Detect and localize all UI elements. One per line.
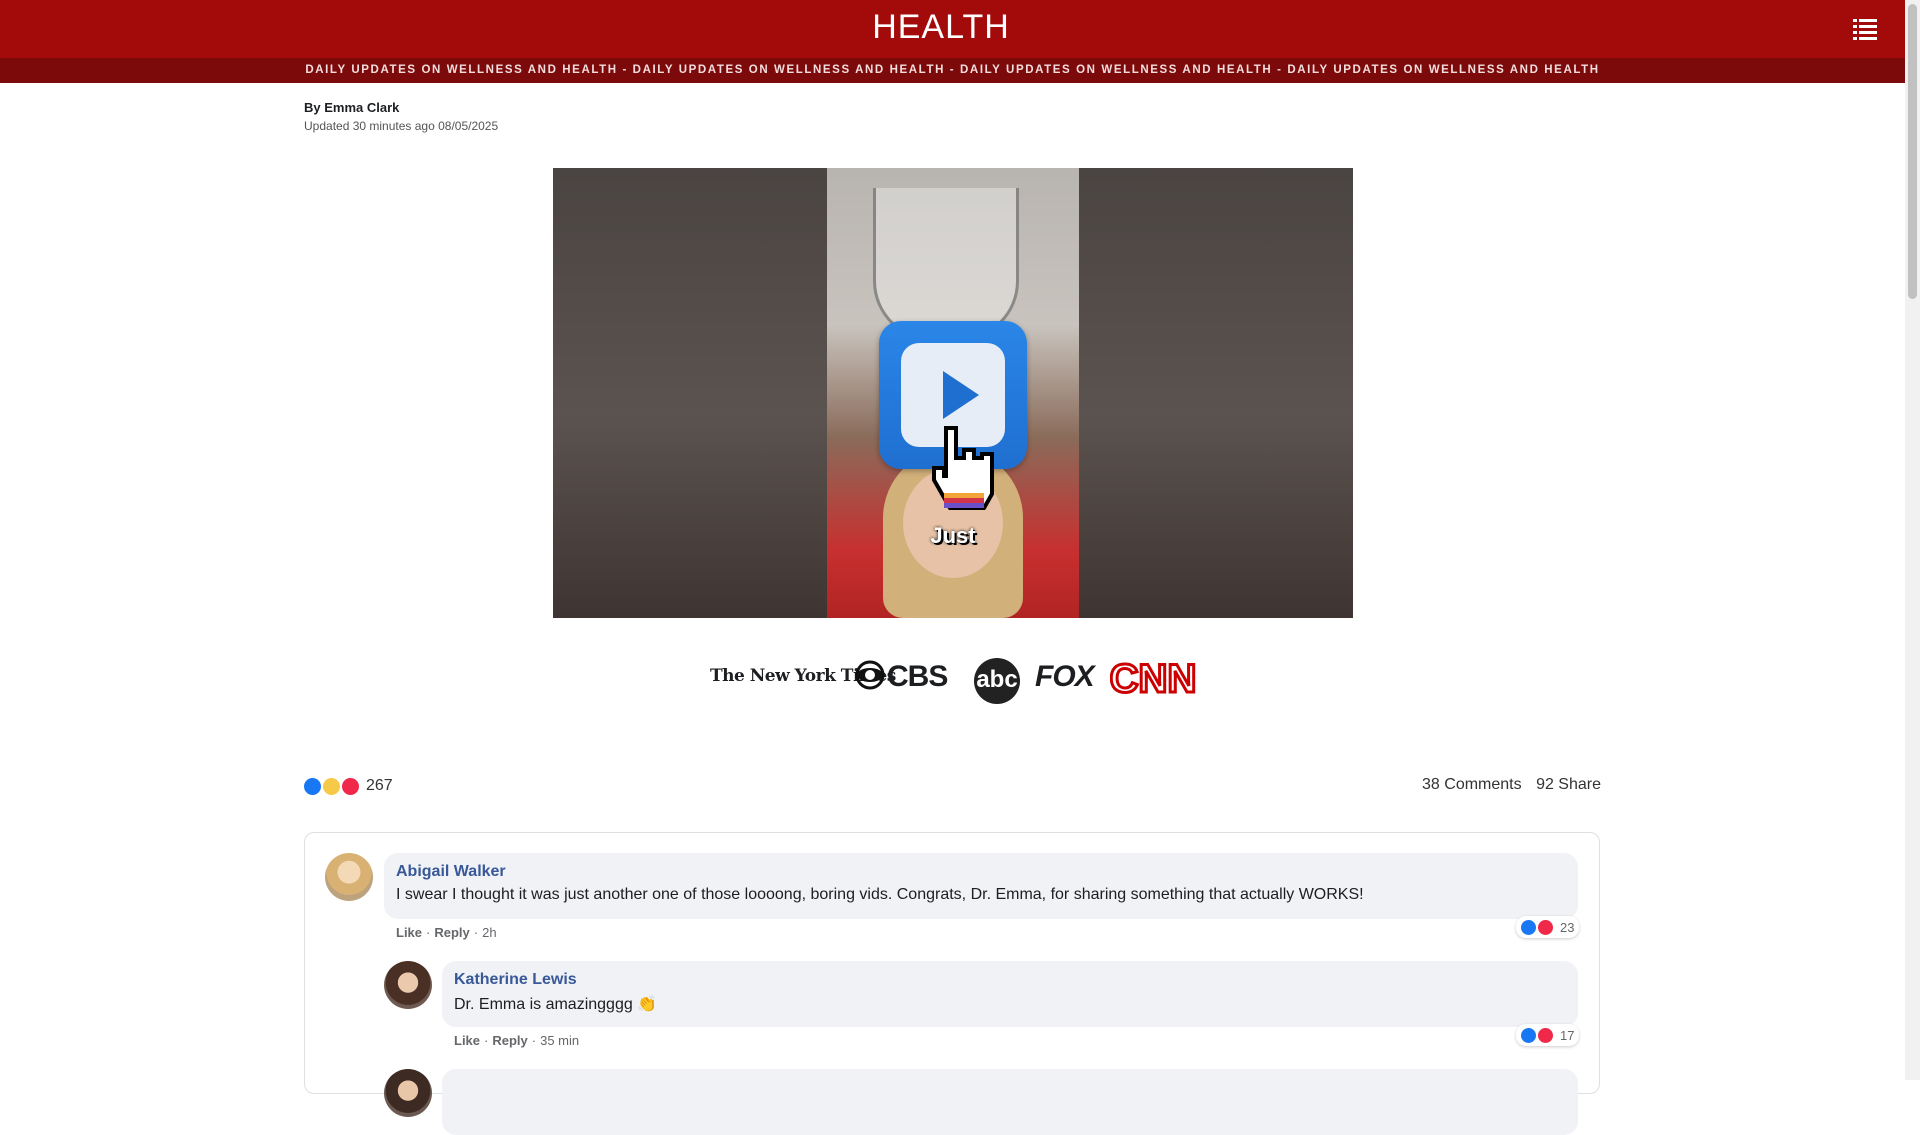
comment-actions: Like · Reply · 2h [396, 925, 497, 940]
avatar[interactable] [325, 853, 373, 901]
video-player[interactable]: Just [553, 168, 1353, 618]
like-button[interactable]: Like [396, 925, 422, 940]
video-blur-right [1079, 168, 1353, 618]
comment [305, 1049, 1599, 1135]
news-ticker: DAILY UPDATES ON WELLNESS AND HEALTH - D… [0, 58, 1905, 83]
like-button[interactable]: Like [454, 1033, 480, 1048]
avatar[interactable] [384, 1069, 432, 1117]
site-header: HEALTH [0, 0, 1905, 58]
abc-logo: abc [974, 658, 1020, 704]
comment-actions: Like · Reply · 35 min [454, 1033, 580, 1048]
wow-icon [323, 777, 340, 795]
reply-button[interactable]: Reply [492, 1033, 527, 1048]
cbs-logo-text: CBS [887, 660, 948, 693]
reply-button[interactable]: Reply [434, 925, 469, 940]
comment-text: Dr. Emma is amazingggg 👏 [454, 996, 658, 1013]
comments-count-link[interactable]: 38 Comments [1422, 776, 1522, 793]
cnn-logo-text: CNN [1110, 657, 1196, 701]
comment-reactions[interactable]: 23 [1516, 916, 1580, 938]
section-title: HEALTH [872, 8, 1010, 46]
post-stats: 38 Comments 92 Share [1412, 776, 1601, 794]
byline: By Emma Clark Updated 30 minutes ago 08/… [304, 100, 498, 133]
comment-text: I swear I thought it was just another on… [396, 886, 1364, 903]
comment-reaction-count: 17 [1560, 1027, 1575, 1043]
like-icon [1521, 1027, 1536, 1043]
scrollbar-thumb[interactable] [1908, 4, 1917, 299]
shares-count-link[interactable]: 92 Share [1536, 776, 1601, 793]
list-menu-icon[interactable] [1853, 18, 1877, 40]
comment-reactions[interactable]: 17 [1516, 1024, 1580, 1046]
cbs-logo: CBS [855, 660, 948, 694]
reaction-count: 267 [366, 777, 393, 794]
like-icon [304, 777, 321, 795]
comment-bubble: Katherine Lewis Dr. Emma is amazingggg 👏 [442, 961, 1578, 1027]
hand-cursor-icon [932, 426, 994, 510]
love-icon [1538, 1027, 1553, 1043]
comment-bubble [442, 1069, 1578, 1135]
author-name: By Emma Clark [304, 100, 400, 115]
updated-time: Updated 30 minutes ago 08/05/2025 [304, 119, 499, 133]
comments-section: Abigail Walker I swear I thought it was … [304, 832, 1600, 1135]
avatar[interactable] [384, 961, 432, 1009]
commenter-name[interactable]: Katherine Lewis [454, 971, 1566, 989]
comment-reaction-count: 23 [1560, 919, 1575, 935]
cnn-logo: CNN [1110, 656, 1196, 703]
comment-time: 35 min [540, 1033, 580, 1048]
comment: Abigail Walker I swear I thought it was … [305, 833, 1599, 943]
glass-image [873, 188, 1019, 341]
comment-bubble: Abigail Walker I swear I thought it was … [384, 853, 1578, 919]
commenter-name[interactable]: Abigail Walker [396, 863, 1566, 881]
video-caption: Just [930, 523, 976, 548]
love-icon [1538, 919, 1553, 935]
like-icon [1521, 919, 1536, 935]
page-scrollbar[interactable] [1905, 0, 1920, 1080]
post-reactions[interactable]: 267 [304, 776, 393, 796]
comment-time: 2h [482, 925, 497, 940]
play-icon [943, 371, 979, 419]
fox-logo: FOX [1035, 660, 1095, 693]
comment: Katherine Lewis Dr. Emma is amazingggg 👏… [305, 941, 1599, 1051]
video-blur-left [553, 168, 827, 618]
love-icon [342, 777, 359, 795]
media-logos: The New York Times CBS abc FOX CNN [710, 642, 1200, 706]
